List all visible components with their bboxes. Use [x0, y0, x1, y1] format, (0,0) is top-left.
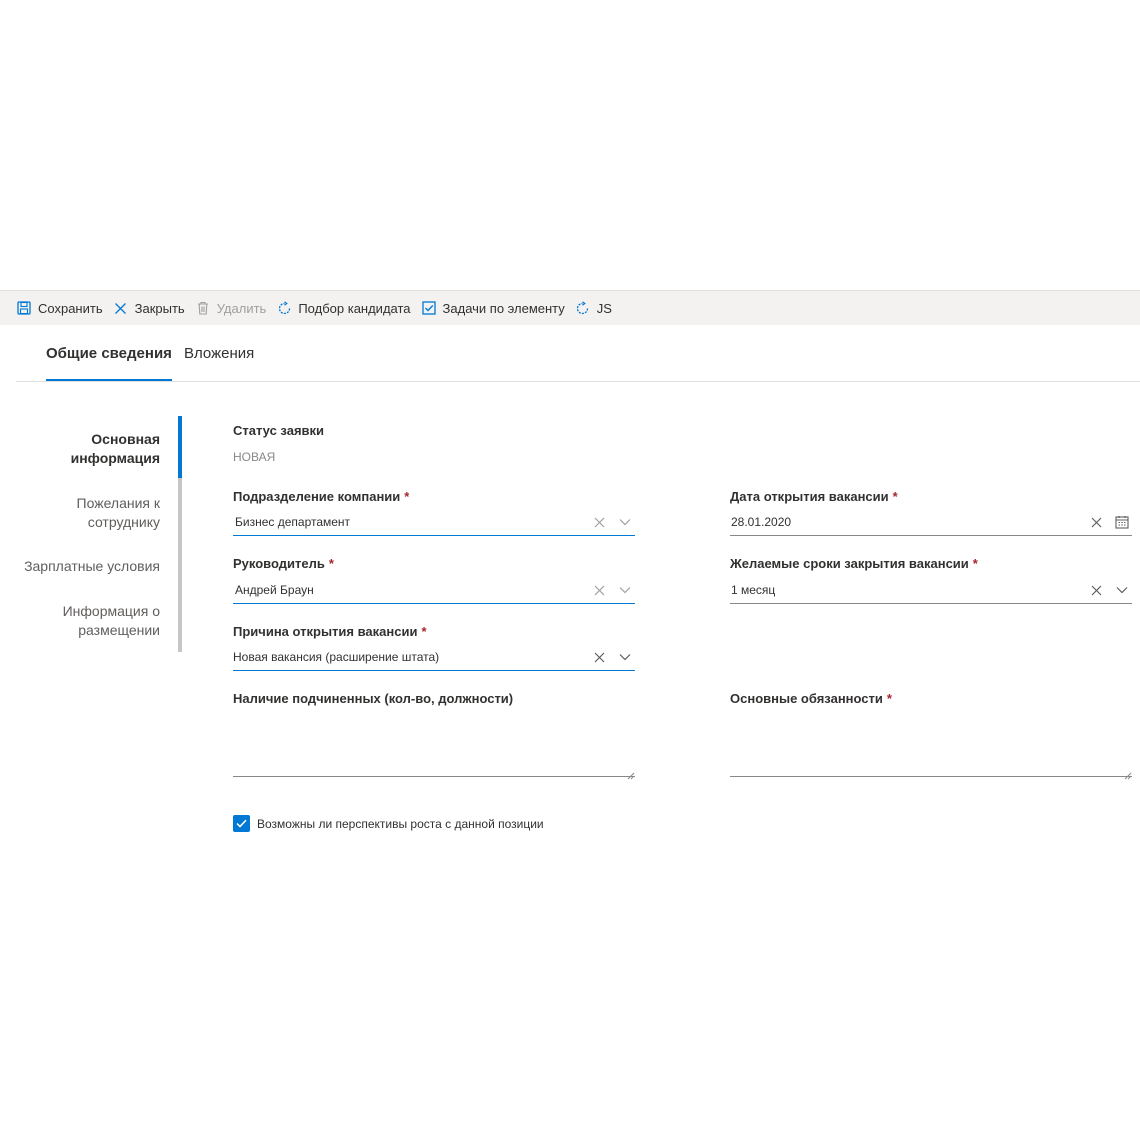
- required-mark: *: [404, 489, 410, 504]
- save-label: Сохранить: [38, 300, 103, 316]
- element-tasks-label: Задачи по элементу: [442, 300, 565, 316]
- section-nav-item-line: Основная: [91, 431, 160, 447]
- section-nav-item-salary[interactable]: Зарплатные условия: [24, 557, 160, 576]
- section-nav-item-employee-wishes[interactable]: Пожелания к сотруднику: [77, 494, 160, 532]
- reason-label-text: Причина открытия вакансии: [233, 624, 418, 639]
- manager-label-text: Руководитель: [233, 556, 325, 571]
- element-tasks-button[interactable]: Задачи по элементу: [419, 291, 573, 325]
- open-date-label: Дата открытия вакансии *: [730, 489, 898, 504]
- reason-field[interactable]: Новая вакансия (расширение штата): [233, 644, 635, 671]
- js-label: JS: [596, 300, 612, 316]
- deadline-field[interactable]: 1 месяц: [730, 577, 1132, 604]
- form-window: Сохранить Закрыть Удалить Подбор кандида…: [0, 0, 1140, 1140]
- chevron-down-icon[interactable]: [615, 580, 635, 600]
- tab-attachments-label: Вложения: [184, 344, 255, 362]
- tab-attachments[interactable]: Вложения: [184, 325, 254, 381]
- tab-bar: Общие сведения Вложения: [16, 325, 1140, 382]
- checkmark-icon: [236, 819, 247, 828]
- duties-label: Основные обязанности *: [730, 691, 892, 706]
- chevron-down-icon[interactable]: [615, 647, 635, 667]
- required-mark: *: [421, 624, 427, 639]
- deadline-label-text: Желаемые сроки закрытия вакансии: [730, 556, 969, 571]
- duties-label-text: Основные обязанности: [730, 691, 883, 706]
- clear-icon[interactable]: [589, 580, 609, 600]
- tab-general-info-label: Общие сведения: [46, 344, 172, 362]
- deadline-value: 1 месяц: [731, 583, 776, 597]
- section-nav: Основная информация Пожелания к сотрудни…: [0, 416, 182, 652]
- candidate-selection-button[interactable]: Подбор кандидата: [274, 291, 418, 325]
- trash-icon: [195, 300, 211, 316]
- section-nav-item-line: Пожелания к: [76, 495, 160, 511]
- manager-field[interactable]: Андрей Браун: [233, 577, 635, 604]
- open-date-value: 28.01.2020: [731, 515, 792, 529]
- section-nav-item-line: Зарплатные условия: [24, 558, 160, 574]
- department-label: Подразделение компании *: [233, 489, 409, 504]
- sync-icon: [276, 300, 292, 316]
- delete-button[interactable]: Удалить: [193, 291, 275, 325]
- section-nav-item-line: Информация о: [62, 603, 160, 619]
- candidate-selection-label: Подбор кандидата: [298, 300, 411, 316]
- save-button[interactable]: Сохранить: [14, 291, 111, 325]
- required-mark: *: [972, 556, 978, 571]
- status-label: Статус заявки: [233, 423, 325, 438]
- delete-label: Удалить: [216, 300, 267, 316]
- deadline-label: Желаемые сроки закрытия вакансии *: [730, 556, 978, 571]
- reason-value: Новая вакансия (расширение штата): [233, 650, 440, 664]
- growth-prospects-row: Возможны ли перспективы роста с данной п…: [233, 815, 544, 832]
- manager-label: Руководитель *: [233, 556, 334, 571]
- department-field[interactable]: Бизнес департамент: [233, 509, 635, 536]
- checkbox-icon: [421, 300, 437, 316]
- reason-label: Причина открытия вакансии *: [233, 624, 427, 639]
- resize-grip-icon[interactable]: [1124, 767, 1132, 780]
- open-date-label-text: Дата открытия вакансии: [730, 489, 889, 504]
- clear-icon[interactable]: [1086, 512, 1106, 532]
- clear-icon[interactable]: [589, 512, 609, 532]
- subordinates-label: Наличие подчиненных (кол-во, должности): [233, 691, 514, 706]
- growth-prospects-checkbox[interactable]: [233, 815, 250, 832]
- section-nav-item-line: информация: [70, 450, 160, 466]
- open-date-field[interactable]: 28.01.2020: [730, 509, 1132, 536]
- section-nav-item-placement-info[interactable]: Информация о размещении: [63, 602, 160, 640]
- duties-textarea[interactable]: [730, 713, 1132, 780]
- manager-value: Андрей Браун: [235, 583, 314, 597]
- section-nav-active-indicator: [178, 416, 182, 478]
- department-label-text: Подразделение компании: [233, 489, 401, 504]
- close-icon: [113, 300, 129, 316]
- growth-prospects-label: Возможны ли перспективы роста с данной п…: [257, 816, 544, 831]
- sync-icon: [575, 300, 591, 316]
- close-button[interactable]: Закрыть: [111, 291, 193, 325]
- save-icon: [16, 300, 32, 316]
- tab-general-info[interactable]: Общие сведения: [46, 325, 172, 381]
- required-mark: *: [886, 691, 892, 706]
- required-mark: *: [892, 489, 898, 504]
- clear-icon[interactable]: [589, 647, 609, 667]
- section-nav-item-main-info[interactable]: Основная информация: [71, 430, 160, 468]
- department-value: Бизнес департамент: [235, 515, 351, 529]
- subordinates-textarea[interactable]: [233, 713, 635, 780]
- section-nav-item-line: сотруднику: [87, 514, 160, 530]
- chevron-down-icon[interactable]: [1112, 580, 1132, 600]
- close-label: Закрыть: [134, 300, 185, 316]
- section-nav-item-line: размещении: [78, 622, 160, 638]
- resize-grip-icon[interactable]: [627, 767, 635, 780]
- calendar-icon[interactable]: [1112, 512, 1132, 532]
- clear-icon[interactable]: [1086, 580, 1106, 600]
- required-mark: *: [328, 556, 334, 571]
- command-toolbar: Сохранить Закрыть Удалить Подбор кандида…: [0, 290, 1140, 325]
- js-button[interactable]: JS: [573, 291, 620, 325]
- status-value: НОВАЯ: [233, 450, 276, 464]
- chevron-down-icon[interactable]: [615, 512, 635, 532]
